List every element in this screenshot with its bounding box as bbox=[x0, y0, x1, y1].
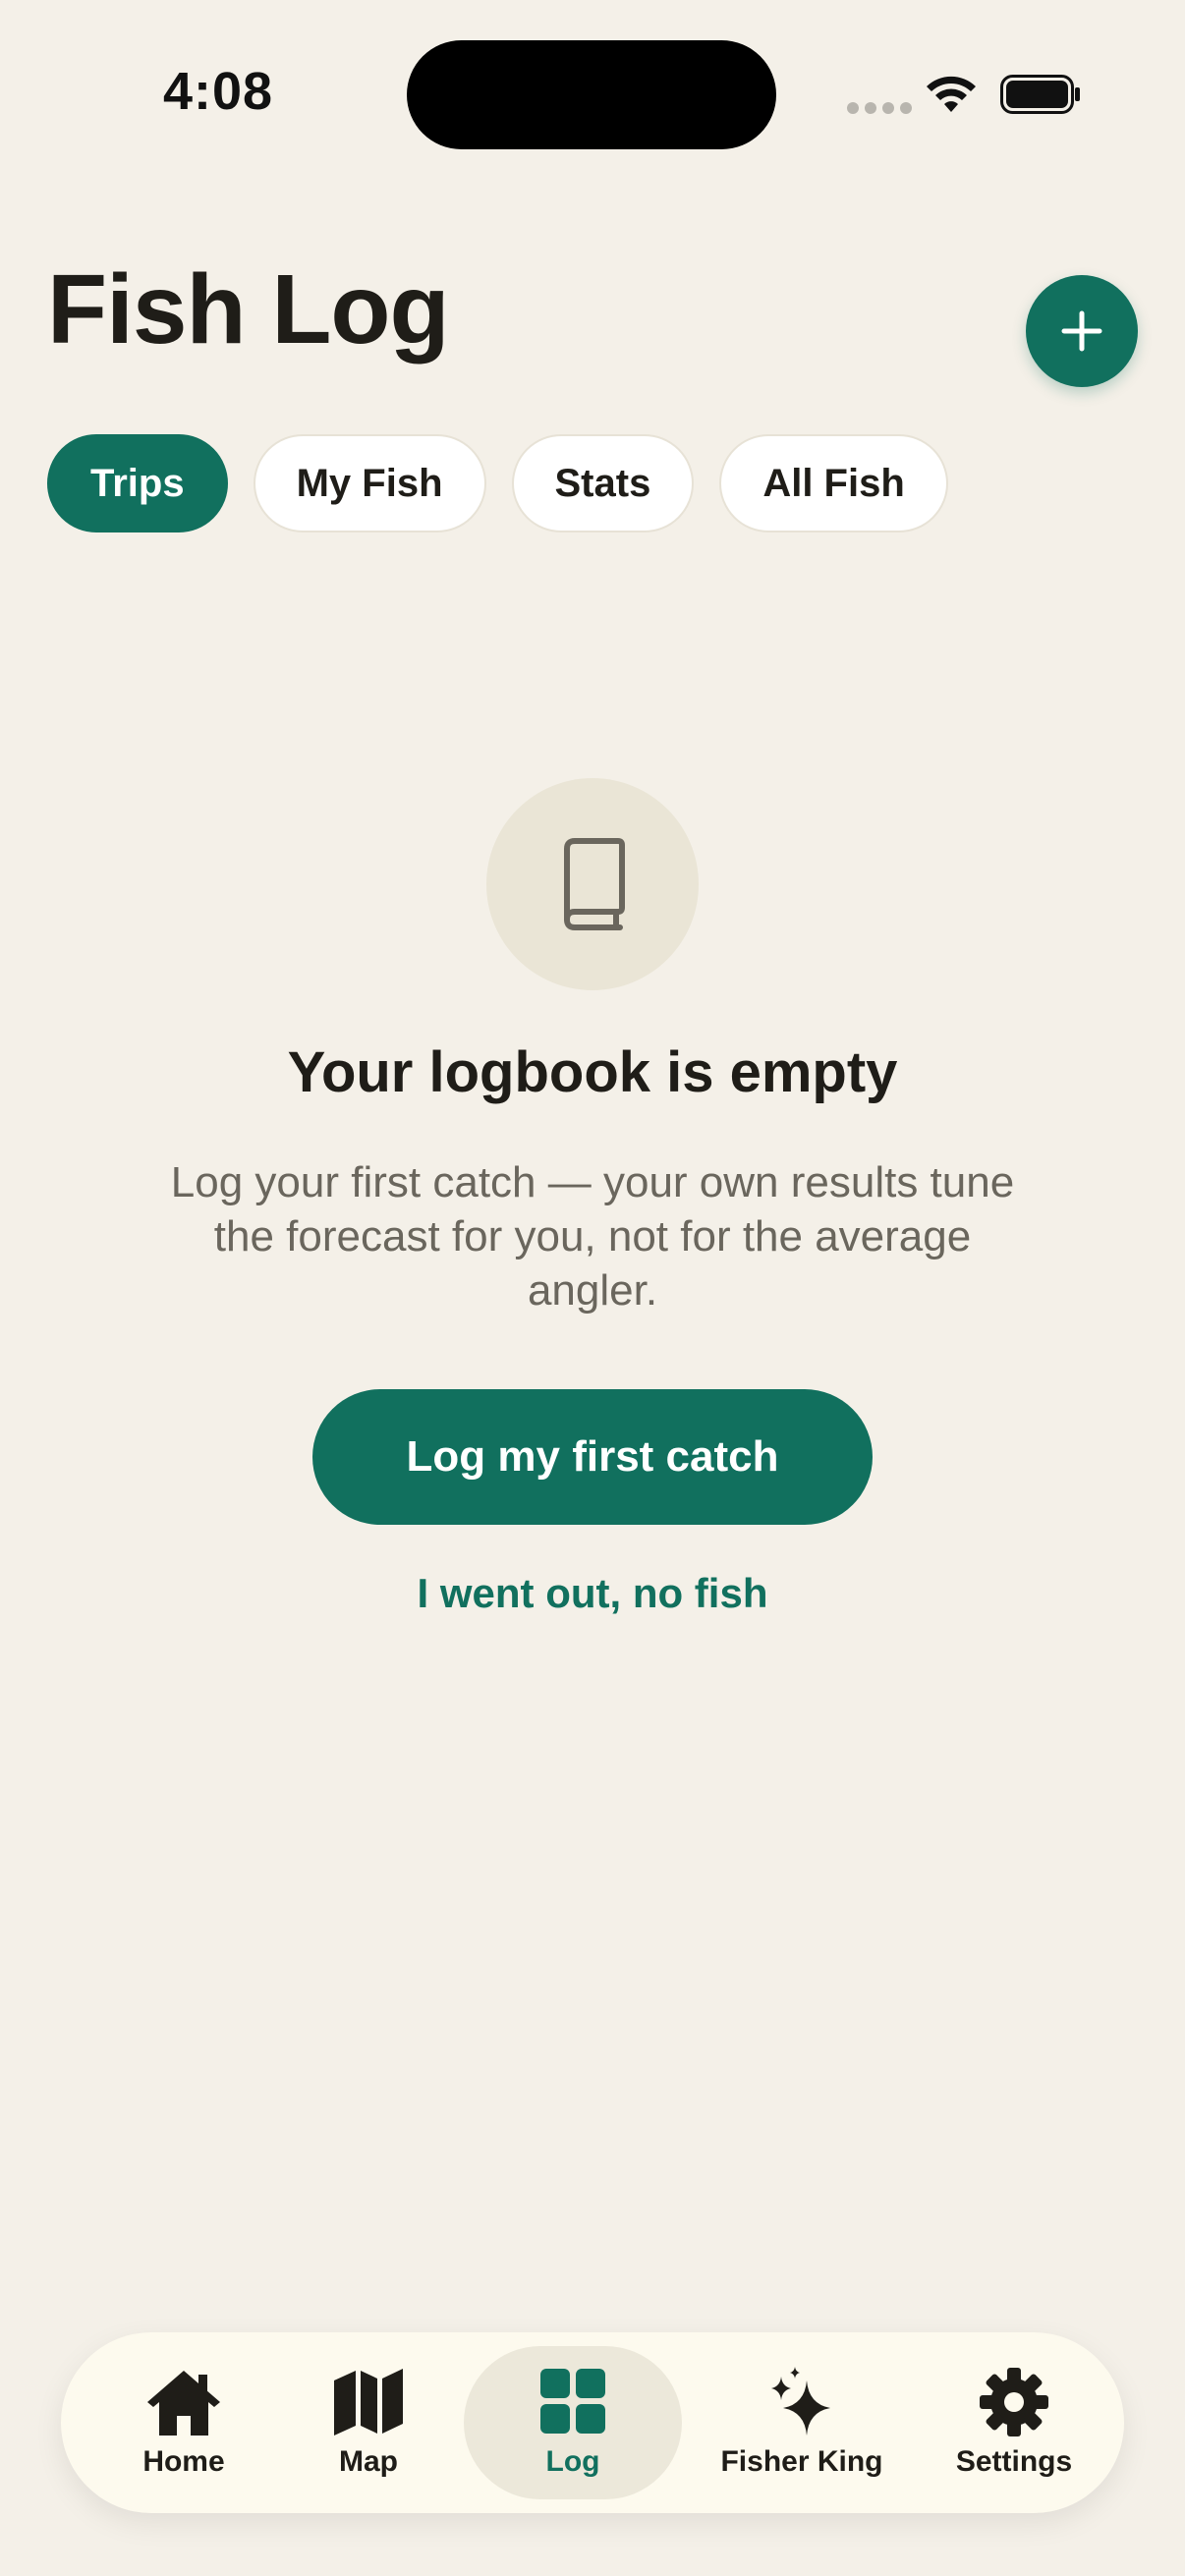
cellular-signal-icon bbox=[847, 102, 912, 114]
battery-icon bbox=[1000, 75, 1080, 114]
status-time: 4:08 bbox=[163, 62, 274, 121]
grid-icon bbox=[540, 2369, 605, 2434]
tabbar-item-settings[interactable]: Settings bbox=[916, 2346, 1112, 2499]
map-icon bbox=[334, 2369, 403, 2436]
tab-stats[interactable]: Stats bbox=[511, 434, 695, 532]
bottom-tab-bar: Home Map Log Fisher King Settings bbox=[61, 2332, 1124, 2513]
fish-log-screen: 4:08 Fish Log Trips My Fish Stats All Fi… bbox=[0, 0, 1185, 2576]
empty-state-description: Log your first catch — your own results … bbox=[170, 1158, 1015, 1315]
tabbar-item-map[interactable]: Map bbox=[285, 2346, 452, 2499]
empty-state-title: Your logbook is empty bbox=[287, 1040, 898, 1104]
book-icon bbox=[564, 838, 625, 930]
dynamic-island bbox=[407, 40, 776, 149]
tabbar-item-log[interactable]: Log bbox=[464, 2346, 682, 2499]
sparkles-icon bbox=[771, 2367, 830, 2436]
tabbar-item-home[interactable]: Home bbox=[90, 2346, 277, 2499]
tabbar-label: Fisher King bbox=[720, 2445, 883, 2478]
home-icon bbox=[147, 2371, 220, 2436]
tabbar-label: Map bbox=[339, 2445, 398, 2478]
tab-my-fish[interactable]: My Fish bbox=[253, 434, 486, 532]
tab-all-fish[interactable]: All Fish bbox=[719, 434, 948, 532]
tabbar-item-fisher-king[interactable]: Fisher King bbox=[694, 2346, 910, 2499]
add-button[interactable] bbox=[1026, 275, 1138, 387]
tabbar-label: Log bbox=[545, 2445, 600, 2478]
segment-tabs: Trips My Fish Stats All Fish bbox=[47, 434, 948, 532]
log-first-catch-button[interactable]: Log my first catch bbox=[312, 1389, 873, 1525]
gear-icon bbox=[980, 2368, 1048, 2436]
tabbar-label: Settings bbox=[955, 2445, 1073, 2478]
empty-state-icon-circle bbox=[486, 778, 699, 990]
page-title: Fish Log bbox=[47, 254, 450, 364]
plus-icon bbox=[1061, 310, 1102, 352]
tabbar-label: Home bbox=[142, 2445, 225, 2478]
no-fish-link[interactable]: I went out, no fish bbox=[0, 1570, 1185, 1617]
wifi-icon bbox=[927, 76, 976, 112]
tab-trips[interactable]: Trips bbox=[47, 434, 228, 532]
